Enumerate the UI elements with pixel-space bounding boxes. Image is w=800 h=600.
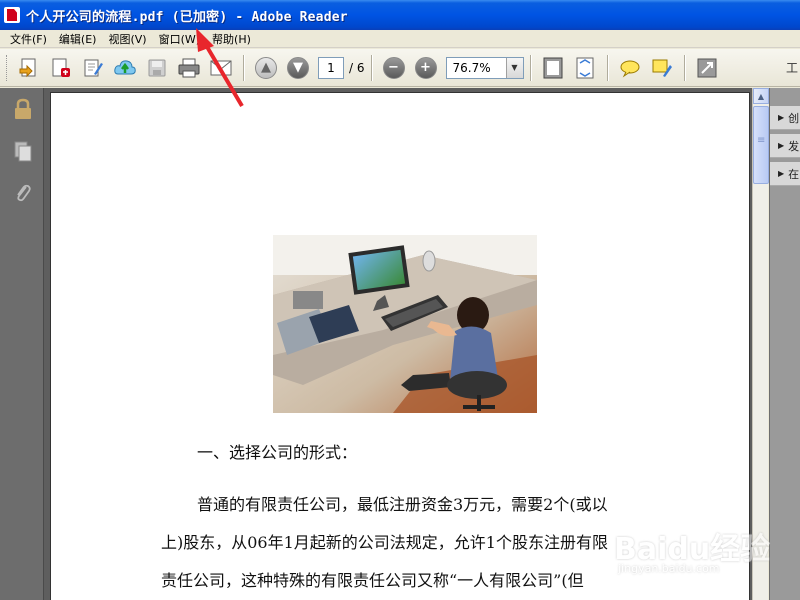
panel-row[interactable]: ▶ 发 [770, 134, 800, 158]
expand-button[interactable] [694, 54, 720, 82]
toolbar-separator [529, 54, 531, 81]
toolbar-separator [683, 54, 685, 81]
toolbar-grip[interactable] [6, 54, 9, 81]
fit-page-icon [543, 57, 562, 78]
next-page-button[interactable]: ▼ [285, 54, 311, 82]
toolbar-separator [243, 54, 244, 81]
scroll-thumb[interactable] [753, 106, 769, 184]
lock-icon[interactable] [12, 98, 34, 120]
toolbar-separator [370, 54, 372, 81]
title-bar[interactable]: 个人开公司的流程.pdf (已加密) - Adobe Reader [0, 0, 800, 30]
zoom-in-button[interactable]: + [413, 54, 439, 82]
tasks-panel: ▶ 创 ▶ 发 ▶ 在 [769, 88, 800, 600]
page-number-input[interactable]: 1 [318, 56, 344, 79]
save-button[interactable] [144, 54, 170, 82]
arrow-down-icon: ▼ [287, 56, 309, 79]
upload-button[interactable] [112, 54, 138, 82]
print-button[interactable] [176, 54, 202, 82]
panel-row-label: 在 [788, 167, 800, 181]
menu-edit[interactable]: 编辑(E) [53, 31, 103, 47]
paragraph-line: 普通的有限责任公司，最低注册资金3万元，需要2个(或以 [197, 495, 608, 514]
zoom-dropdown[interactable]: 76.7% ▼ [445, 56, 524, 79]
scroll-up-button[interactable]: ▲ [753, 88, 769, 104]
open-icon [52, 58, 70, 77]
triangle-right-icon: ▶ [778, 113, 785, 122]
panel-row-label: 创 [788, 111, 800, 125]
page-total: / 6 [349, 60, 365, 75]
arrow-up-icon: ▲ [255, 56, 277, 79]
zoom-value: 76.7% [452, 60, 491, 75]
expand-icon [697, 58, 716, 77]
comment-icon [620, 60, 639, 77]
menu-bar: 文件(F) 编辑(E) 视图(V) 窗口(W) 帮助(H) [0, 30, 800, 48]
comment-button[interactable] [617, 54, 643, 82]
pages-icon[interactable] [12, 140, 34, 162]
edit-button[interactable] [80, 54, 106, 82]
watermark: Baidu经验 jingyan.baidu.com [606, 510, 770, 580]
upload-icon [114, 59, 136, 74]
menu-window[interactable]: 窗口(W) [153, 31, 206, 47]
navigation-panel [0, 88, 44, 600]
triangle-right-icon: ▶ [778, 141, 785, 150]
email-icon [210, 60, 232, 75]
watermark-url: jingyan.baidu.com [618, 562, 720, 575]
toolbar: ▲ ▼ 1 / 6 − + 76.7% ▼ 工 [0, 49, 800, 87]
create-pdf-icon [19, 58, 36, 77]
toolbar-separator [606, 54, 608, 81]
open-button[interactable] [48, 54, 74, 82]
menu-help[interactable]: 帮助(H) [206, 31, 257, 47]
menu-view[interactable]: 视图(V) [102, 31, 152, 47]
fit-width-icon [576, 57, 593, 78]
triangle-right-icon: ▶ [778, 169, 785, 178]
paragraph-line: 上)股东，从06年1月起新的公司法规定，允许1个股东注册有限 [161, 533, 608, 552]
paperclip-icon[interactable] [12, 182, 34, 204]
previous-page-button[interactable]: ▲ [253, 54, 279, 82]
edit-icon [84, 59, 103, 76]
chevron-down-icon[interactable]: ▼ [505, 57, 523, 78]
plus-icon: + [414, 56, 437, 79]
adobe-reader-icon [4, 7, 20, 23]
panel-row-label: 发 [788, 139, 800, 153]
section-heading: 一、选择公司的形式： [197, 443, 358, 462]
email-button[interactable] [208, 54, 234, 82]
paragraph-line: 责任公司，这种特殊的有限责任公司又称“一人有限公司”(但 [161, 571, 584, 590]
panel-row[interactable]: ▶ 创 [770, 106, 800, 130]
create-pdf-button[interactable] [16, 54, 42, 82]
save-icon [148, 59, 166, 76]
fit-page-button[interactable] [540, 54, 566, 82]
minus-icon: − [382, 56, 405, 79]
highlight-button[interactable] [649, 54, 675, 82]
toolbar-overflow-label: 工 [785, 61, 798, 75]
window-title: 个人开公司的流程.pdf (已加密) - Adobe Reader [26, 9, 348, 25]
highlight-icon [652, 59, 672, 77]
print-icon [178, 58, 200, 77]
zoom-out-button[interactable]: − [381, 54, 407, 82]
panel-row[interactable]: ▶ 在 [770, 162, 800, 186]
office-photo [273, 235, 537, 413]
menu-file[interactable]: 文件(F) [4, 31, 53, 47]
fit-width-button[interactable] [572, 54, 598, 82]
